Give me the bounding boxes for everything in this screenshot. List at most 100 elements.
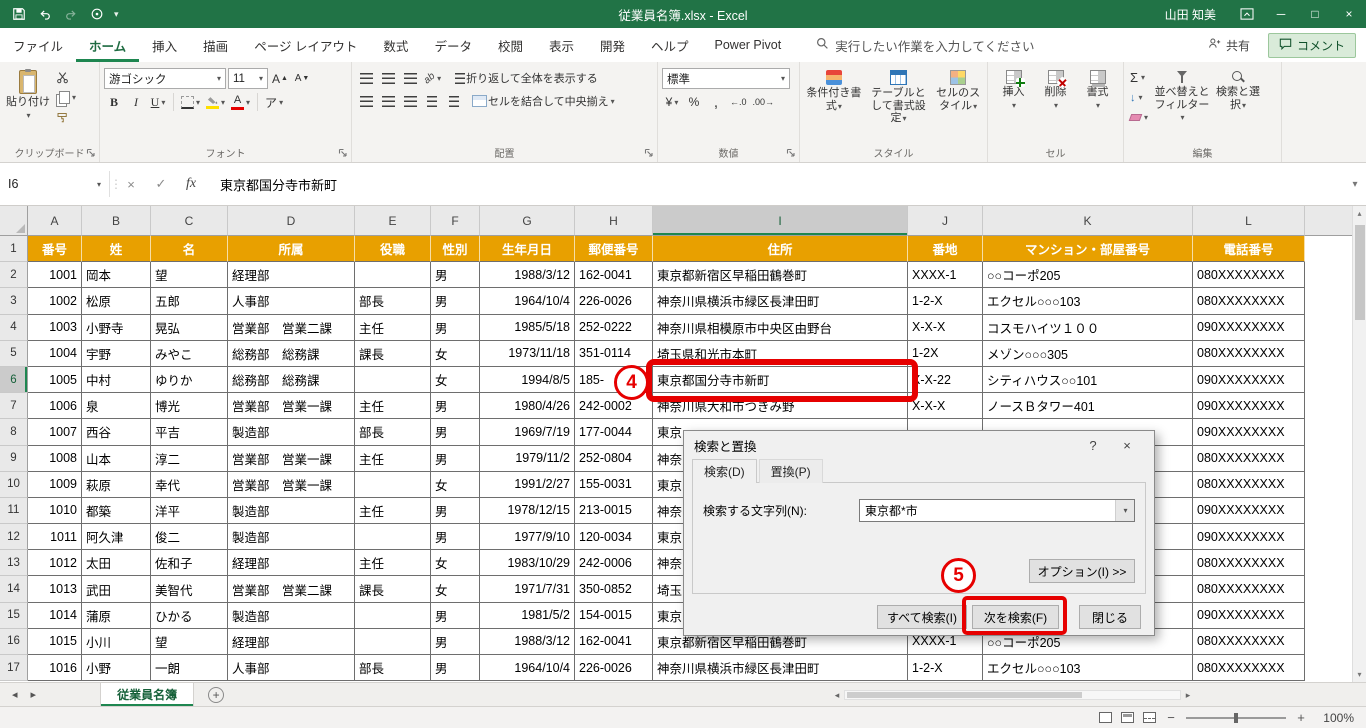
- column-header-F[interactable]: F: [431, 206, 480, 236]
- number-dialog-launcher[interactable]: [786, 148, 797, 159]
- cell-J7[interactable]: X-X-X: [908, 393, 983, 420]
- ribbon-display-options-icon[interactable]: [1230, 0, 1264, 28]
- cell-H17[interactable]: 226-0026: [575, 655, 653, 682]
- cell-G14[interactable]: 1971/7/31: [480, 576, 575, 603]
- cell-F5[interactable]: 女: [431, 340, 480, 367]
- column-header-H[interactable]: H: [575, 206, 653, 236]
- cell-B10[interactable]: 萩原: [82, 471, 151, 498]
- cell-F15[interactable]: 男: [431, 602, 480, 629]
- cell-B3[interactable]: 松原: [82, 288, 151, 315]
- cell-G11[interactable]: 1978/12/15: [480, 497, 575, 525]
- cell-A9[interactable]: 1008: [28, 445, 82, 472]
- column-header-B[interactable]: B: [82, 206, 151, 236]
- copy-button[interactable]: ▾: [54, 88, 78, 107]
- cell-F9[interactable]: 男: [431, 445, 480, 472]
- cell-L11[interactable]: 090XXXXXXXX: [1193, 497, 1305, 525]
- cell-D9[interactable]: 営業部 営業一課: [228, 445, 355, 472]
- cell-J6[interactable]: X-X-22: [908, 366, 983, 394]
- cell-G3[interactable]: 1964/10/4: [480, 288, 575, 315]
- cell-B7[interactable]: 泉: [82, 393, 151, 420]
- cell-L2[interactable]: 080XXXXXXXX: [1193, 262, 1305, 289]
- cell-G8[interactable]: 1969/7/19: [480, 419, 575, 446]
- fill-color-button[interactable]: ▾: [204, 92, 227, 112]
- page-layout-view-icon[interactable]: [1121, 712, 1134, 723]
- cell-E6[interactable]: [355, 366, 431, 394]
- cell-H10[interactable]: 155-0031: [575, 471, 653, 498]
- cell-E9[interactable]: 主任: [355, 445, 431, 472]
- align-bottom-button[interactable]: [400, 68, 420, 88]
- ribbon-tab-Power Pivot[interactable]: Power Pivot: [702, 28, 795, 62]
- cell-B12[interactable]: 阿久津: [82, 524, 151, 551]
- column-header-G[interactable]: G: [480, 206, 575, 236]
- cell-E7[interactable]: 主任: [355, 393, 431, 420]
- cell-C1[interactable]: 名: [151, 236, 228, 263]
- number-format-combo[interactable]: 標準 ▾: [662, 68, 790, 89]
- cell-E11[interactable]: 主任: [355, 497, 431, 525]
- row-header-11[interactable]: 11: [0, 497, 28, 525]
- cell-D15[interactable]: 製造部: [228, 602, 355, 629]
- cell-I1[interactable]: 住所: [653, 236, 908, 263]
- cell-E17[interactable]: 部長: [355, 655, 431, 682]
- increase-decimal-button[interactable]: ←.0: [728, 92, 749, 112]
- cell-C11[interactable]: 洋平: [151, 497, 228, 525]
- cell-C6[interactable]: ゆりか: [151, 366, 228, 394]
- cell-E2[interactable]: [355, 262, 431, 289]
- zoom-out-icon[interactable]: −: [1165, 710, 1177, 725]
- cell-F8[interactable]: 男: [431, 419, 480, 446]
- cell-G13[interactable]: 1983/10/29: [480, 550, 575, 577]
- cell-E8[interactable]: 部長: [355, 419, 431, 446]
- ribbon-tab-ファイル[interactable]: ファイル: [0, 28, 76, 62]
- cell-H16[interactable]: 162-0041: [575, 628, 653, 655]
- cell-I3[interactable]: 神奈川県横浜市緑区長津田町: [653, 288, 908, 315]
- comma-style-button[interactable]: ,: [706, 92, 726, 112]
- cell-A12[interactable]: 1011: [28, 524, 82, 551]
- cell-F11[interactable]: 男: [431, 497, 480, 525]
- cell-F13[interactable]: 女: [431, 550, 480, 577]
- cell-C15[interactable]: ひかる: [151, 602, 228, 629]
- row-header-4[interactable]: 4: [0, 314, 28, 341]
- cell-E14[interactable]: 課長: [355, 576, 431, 603]
- cell-D6[interactable]: 総務部 総務課: [228, 366, 355, 394]
- cell-H7[interactable]: 242-0002: [575, 393, 653, 420]
- cell-E13[interactable]: 主任: [355, 550, 431, 577]
- row-header-13[interactable]: 13: [0, 550, 28, 577]
- cell-E3[interactable]: 部長: [355, 288, 431, 315]
- cell-H8[interactable]: 177-0044: [575, 419, 653, 446]
- cell-D17[interactable]: 人事部: [228, 655, 355, 682]
- cell-G1[interactable]: 生年月日: [480, 236, 575, 263]
- zoom-in-icon[interactable]: +: [1295, 710, 1307, 725]
- cell-A2[interactable]: 1001: [28, 262, 82, 289]
- cell-F14[interactable]: 女: [431, 576, 480, 603]
- next-sheet-icon[interactable]: ▸: [31, 688, 37, 701]
- cell-L7[interactable]: 090XXXXXXXX: [1193, 393, 1305, 420]
- cell-A6[interactable]: 1005: [28, 366, 82, 394]
- sheet-tab-active[interactable]: 従業員名簿: [100, 683, 195, 706]
- cell-K3[interactable]: エクセル○○○103: [983, 288, 1193, 315]
- align-top-button[interactable]: [356, 68, 376, 88]
- row-header-16[interactable]: 16: [0, 628, 28, 655]
- cell-I17[interactable]: 神奈川県横浜市緑区長津田町: [653, 655, 908, 682]
- cell-C2[interactable]: 望: [151, 262, 228, 289]
- cell-F7[interactable]: 男: [431, 393, 480, 420]
- save-icon[interactable]: [10, 6, 27, 23]
- align-right-button[interactable]: [400, 91, 420, 111]
- cell-J1[interactable]: 番地: [908, 236, 983, 263]
- insert-cells-button[interactable]: 挿入 ▾: [994, 68, 1034, 112]
- qat-customize-icon[interactable]: ▾: [114, 9, 119, 20]
- cell-C12[interactable]: 俊二: [151, 524, 228, 551]
- search-text-value[interactable]: 東京都*市: [860, 502, 1115, 519]
- cell-F10[interactable]: 女: [431, 471, 480, 498]
- cell-D14[interactable]: 営業部 営業二課: [228, 576, 355, 603]
- cell-E12[interactable]: [355, 524, 431, 551]
- cell-H3[interactable]: 226-0026: [575, 288, 653, 315]
- cell-J5[interactable]: 1-2X: [908, 340, 983, 367]
- font-name-combo[interactable]: 游ゴシック ▾: [104, 68, 226, 89]
- cell-C5[interactable]: みやこ: [151, 340, 228, 367]
- cell-B13[interactable]: 太田: [82, 550, 151, 577]
- cell-E5[interactable]: 課長: [355, 340, 431, 367]
- clear-button[interactable]: ▾: [1128, 108, 1150, 127]
- conditional-formatting-button[interactable]: 条件付き書式▾: [804, 68, 864, 114]
- ribbon-tab-開発[interactable]: 開発: [587, 28, 638, 62]
- borders-button[interactable]: ▾: [179, 92, 202, 112]
- row-header-2[interactable]: 2: [0, 262, 28, 289]
